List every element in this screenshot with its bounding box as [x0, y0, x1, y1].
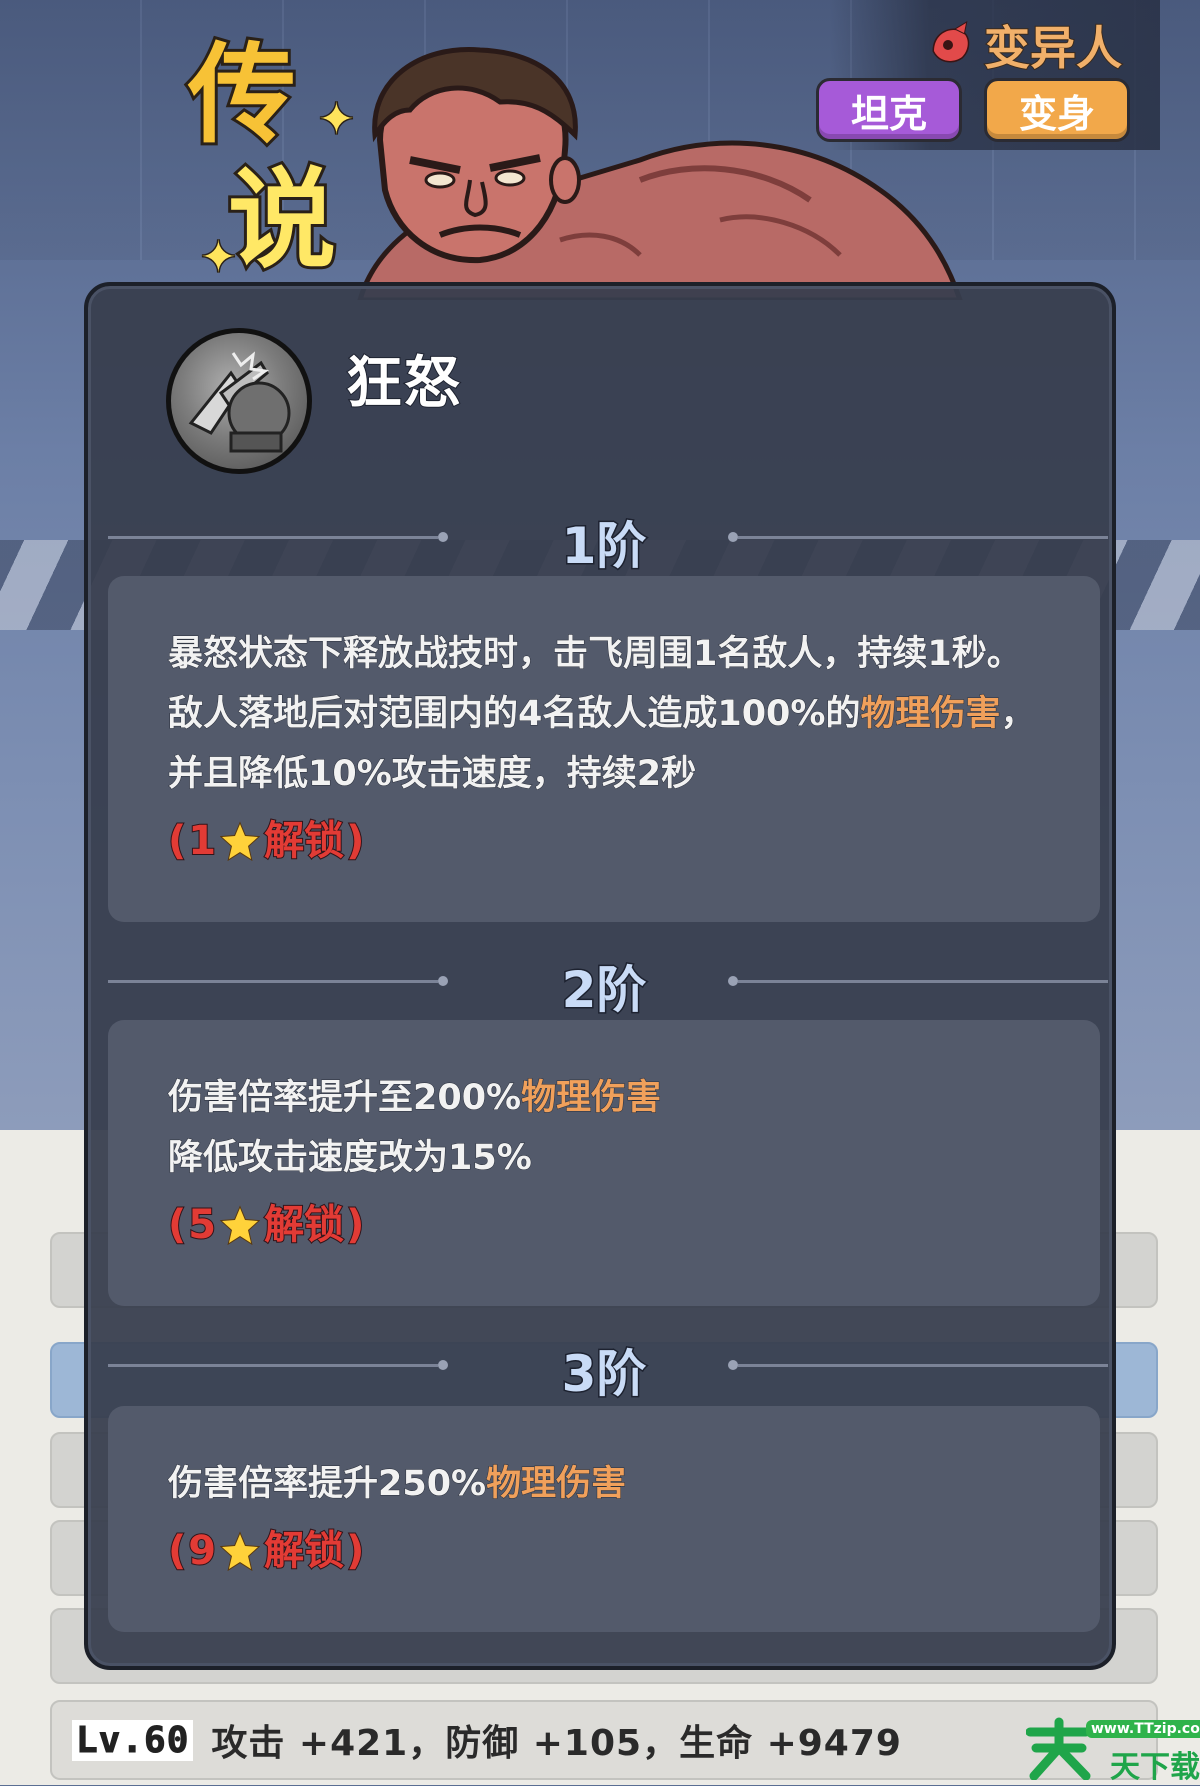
tier-3-line-1: 伤害倍率提升250%物理伤害 — [167, 1454, 1040, 1514]
skill-name: 狂怒 — [345, 350, 462, 417]
star-icon — [220, 1205, 261, 1245]
unlock-paren: ) — [345, 1201, 365, 1249]
rage-skill-icon — [166, 328, 312, 474]
divider-dot — [728, 1360, 738, 1370]
tier-2-unlock: ( 5 解锁 ) — [167, 1194, 1040, 1256]
unlock-text: 解锁 — [263, 817, 345, 865]
tag-tank: 坦克 — [816, 78, 962, 142]
watermark-url: www.TTzip.com — [1086, 1720, 1200, 1738]
tier-2-line-1: 伤害倍率提升至200%物理伤害 — [167, 1068, 1040, 1128]
physical-damage-highlight: 物理伤害 — [860, 694, 1001, 735]
physical-damage-highlight: 物理伤害 — [486, 1464, 627, 1505]
rarity-char-1: 传 — [185, 32, 299, 158]
tier-3-card: 伤害倍率提升250%物理伤害 ( 9 解锁 ) — [108, 1406, 1100, 1632]
tier-2-card: 伤害倍率提升至200%物理伤害 降低攻击速度改为15% ( 5 解锁 ) — [108, 1020, 1100, 1306]
watermark-text: 天下载 — [1110, 1750, 1200, 1785]
sparkle-icon: ✦ — [199, 231, 239, 285]
mutant-icon — [932, 21, 970, 63]
tier-2-label: 2阶 — [560, 960, 648, 1021]
unlock-text: 解锁 — [263, 1527, 345, 1575]
skill-art — [188, 351, 291, 453]
tier-1-label: 1阶 — [560, 516, 648, 577]
divider-dot — [728, 976, 738, 986]
tier-1-unlock: ( 1 解锁 ) — [167, 810, 1040, 872]
unlock-paren: ( — [167, 817, 187, 865]
unlock-star-count: 9 — [187, 1527, 217, 1575]
star-icon — [220, 1531, 261, 1571]
tier-3-text: 伤害倍率提升250% — [167, 1464, 487, 1505]
skill-detail-panel[interactable]: 狂怒 1阶 暴怒状态下释放战技时，击飞周围1名敌人，持续1秒。敌人落地后对范围内… — [84, 282, 1116, 1670]
tier-3-label: 3阶 — [560, 1344, 648, 1405]
level-stats: 攻击 +421，防御 +105，生命 +9479 — [211, 1723, 902, 1764]
unlock-paren: ( — [167, 1201, 187, 1249]
tier-2-header: 2阶 — [88, 950, 1120, 1021]
tier-1-description: 暴怒状态下释放战技时，击飞周围1名敌人，持续1秒。敌人落地后对范围内的4名敌人造… — [168, 624, 1040, 804]
divider-right — [738, 1364, 1108, 1367]
tag-transform: 变身 — [984, 78, 1130, 142]
divider-right — [738, 980, 1108, 983]
tier-1-card: 暴怒状态下释放战技时，击飞周围1名敌人，持续1秒。敌人落地后对范围内的4名敌人造… — [108, 576, 1100, 922]
unlock-star-count: 1 — [187, 817, 217, 865]
unlock-text: 解锁 — [263, 1201, 345, 1249]
rarity-char-2: 说 — [225, 157, 339, 283]
level-label: Lv.60 — [72, 1719, 194, 1761]
star-icon — [220, 821, 261, 861]
physical-damage-highlight: 物理伤害 — [521, 1078, 662, 1119]
unlock-paren: ) — [345, 1527, 365, 1575]
tier-1-header: 1阶 — [88, 506, 1120, 577]
unlock-paren: ) — [345, 817, 365, 865]
level-row-lv60: Lv.60 攻击 +421，防御 +105，生命 +9479 — [50, 1700, 1158, 1780]
tier-2-text: 伤害倍率提升至200% — [167, 1078, 522, 1119]
unlock-paren: ( — [167, 1527, 187, 1575]
divider-dot — [728, 532, 738, 542]
race-label: 变异人 — [926, 12, 1123, 78]
race-text: 变异人 — [983, 20, 1123, 76]
divider-right — [738, 536, 1108, 539]
tier-2-line-2: 降低攻击速度改为15% — [168, 1138, 533, 1179]
unlock-star-count: 5 — [187, 1201, 217, 1249]
tier-3-header: 3阶 — [88, 1334, 1120, 1405]
tier-3-unlock: ( 9 解锁 ) — [167, 1520, 1040, 1582]
